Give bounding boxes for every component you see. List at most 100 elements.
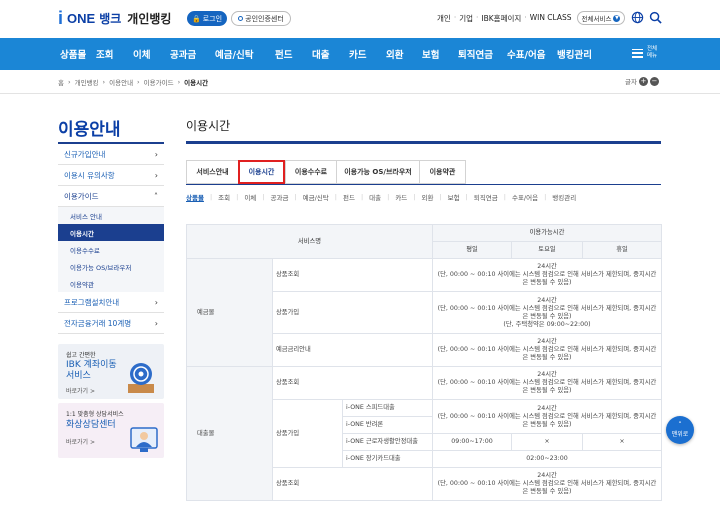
lock-icon: 🔒 (191, 14, 201, 23)
sidebar-item-signup-guide[interactable]: 신규가입안내 › (58, 144, 164, 165)
globe-illustration-icon (128, 363, 154, 393)
breadcrumb: 홈 › 개인뱅킹 › 이용안내 › 이용가이드 › 이용시간 (58, 77, 209, 87)
account-transfer-banner[interactable]: 쉽고 간편한 IBK 계좌이동 서비스 바로가기 > (58, 344, 164, 399)
sidebar-subitem-terms[interactable]: 이용약관 (58, 275, 164, 292)
subtab-item[interactable]: 대출 (369, 192, 381, 202)
subtab-item[interactable]: 조회 (218, 192, 230, 202)
time-note: (단, 00:00 ~ 00:10 사이에는 시스템 점검으로 인해 서비스가 … (437, 379, 657, 394)
scroll-top-button[interactable]: ˄ 맨위로 (666, 416, 694, 444)
sidebar-item-program-install[interactable]: 프로그램설치안내 › (58, 292, 164, 313)
time-note: (단, 00:00 ~ 00:10 사이에는 시스템 점검으로 인해 서비스가 … (437, 346, 657, 361)
subtab-item[interactable]: 카드 (395, 192, 407, 202)
breadcrumb-personal[interactable]: 개인뱅킹 (75, 77, 99, 87)
globe-icon[interactable] (631, 11, 644, 24)
sidebar-subitem-fees[interactable]: 이용수수료 (58, 241, 164, 258)
category-subtabs: 상품몰 | 조회 | 이체 | 공과금 | 예금/신탁 | 펀드 | 대출 | 카드 | 외환 | 보험 | 퇴직연금 |… (186, 192, 576, 202)
tab-service-guide[interactable]: 서비스안내 (186, 160, 238, 184)
subtab-item[interactable]: 외환 (422, 192, 434, 202)
subtab-item[interactable]: 뱅킹관리 (552, 192, 576, 202)
search-icon[interactable] (649, 11, 662, 24)
breadcrumb-guide[interactable]: 이용안내 (109, 77, 133, 87)
subtab-item[interactable]: 수표/어음 (512, 192, 538, 202)
side-nav: 신규가입안내 › 이용시 유의사항 › 이용가이드 ˄ 서비스 안내 이용시간 … (58, 144, 164, 334)
sidebar-item-usage-guide[interactable]: 이용가이드 ˄ (58, 186, 164, 207)
service-product-inquiry: 상품조회 (272, 467, 433, 501)
font-decrease-icon[interactable]: − (649, 76, 659, 86)
subtab-separator: | (209, 193, 213, 201)
gnb-item[interactable]: 보험 (422, 47, 458, 61)
gnb-item[interactable]: 수표/어음 (507, 47, 557, 61)
top-link-win-class[interactable]: WIN CLASS (530, 13, 572, 24)
header-available-time: 이용가능시간 (432, 224, 662, 242)
consultant-illustration-icon (130, 427, 158, 452)
login-button[interactable]: 🔒 로그인 (187, 11, 227, 26)
video-consult-banner[interactable]: 1:1 맞춤형 상담서비스 화상상담센터 바로가기 > (58, 403, 164, 458)
gnb-item[interactable]: 이체 (133, 47, 170, 61)
gnb-item[interactable]: 조회 (96, 47, 133, 61)
subtab-item[interactable]: 예금/신탁 (303, 192, 329, 202)
gnb-item[interactable]: 펀드 (275, 47, 312, 61)
sidebar-item-cautions[interactable]: 이용시 유의사항 › (58, 165, 164, 186)
sidebar-item-label: 신규가입안내 (64, 149, 106, 159)
service-product-join: 상품가입 (272, 399, 343, 468)
sidebar-subitem-hours[interactable]: 이용시간 (58, 224, 164, 241)
global-nav: 상품몰 조회 이체 공과금 예금/신탁 펀드 대출 카드 외환 보험 퇴직연금 수표/어음 뱅킹관리 전… (0, 38, 720, 70)
tab-terms[interactable]: 이용약관 (419, 160, 466, 184)
time-cell: 24시간 (단, 00:00 ~ 00:10 사이에는 시스템 점검으로 인해 서… (432, 258, 662, 292)
time-24h: 24시간 (537, 263, 557, 270)
all-menu-label: 전체메뉴 (647, 46, 658, 59)
top-link-ibk-home[interactable]: IBK홈페이지 (481, 13, 521, 24)
breadcrumb-bar: 홈 › 개인뱅킹 › 이용안내 › 이용가이드 › 이용시간 글자 + − (0, 70, 720, 94)
subtab-separator: | (294, 193, 297, 201)
time-24h: 24시간 (537, 404, 557, 412)
tab-os-browser[interactable]: 이용가능 OS/브라우저 (336, 160, 419, 184)
banner-title-line2: 서비스 (66, 371, 91, 381)
font-increase-icon[interactable]: + (638, 76, 648, 86)
subtab-item[interactable]: 보험 (448, 192, 460, 202)
chevron-down-icon: ▼ (613, 14, 621, 22)
subtab-item[interactable]: 이체 (244, 192, 256, 202)
top-link-corporate[interactable]: 기업 (459, 13, 473, 24)
hamburger-icon (632, 48, 643, 58)
tab-hours[interactable]: 이용시간 (238, 160, 285, 184)
subtab-item[interactable]: 상품몰 (186, 192, 204, 202)
tab-fees[interactable]: 이용수수료 (285, 160, 336, 184)
sidebar-item-ten-rules[interactable]: 전자금융거래 10계명 › (58, 313, 164, 334)
gnb-item[interactable]: 공과금 (170, 47, 215, 61)
sidebar-subitem-service-guide[interactable]: 서비스 안내 (58, 207, 164, 224)
sidebar-item-label: 이용시 유의사항 (64, 170, 115, 180)
all-services-dropdown[interactable]: 전체서비스 ▼ (577, 11, 625, 25)
gnb-item[interactable]: 예금/신탁 (215, 47, 275, 61)
gnb-item[interactable]: 뱅킹관리 (557, 47, 607, 61)
loan-card: i-ONE 장기카드대출 (342, 450, 433, 468)
gnb-item[interactable]: 퇴직연금 (458, 47, 507, 61)
sidebar-subitem-os-browser[interactable]: 이용가능 OS/브라우저 (58, 258, 164, 275)
login-label: 로그인 (202, 14, 223, 23)
subtab-item[interactable]: 퇴직연금 (474, 192, 498, 202)
arrow-up-icon: ˄ (678, 421, 682, 429)
logo-personal-banking: 개인뱅킹 (127, 11, 172, 26)
gnb-item[interactable]: 외환 (386, 47, 422, 61)
worker-holiday-time: × (582, 433, 662, 451)
breadcrumb-usage-guide[interactable]: 이용가이드 (144, 77, 174, 87)
time-cell: 24시간 (단, 00:00 ~ 00:10 사이에는 시스템 점검으로 인해 서… (432, 467, 662, 501)
loan-worker: i-ONE 근로자생활안정대출 (342, 433, 433, 451)
table-row: 예금몰 상품조회 24시간 (단, 00:00 ~ 00:10 사이에는 시스템 … (186, 258, 662, 367)
gnb-item[interactable]: 상품몰 (60, 47, 96, 61)
cert-center-button[interactable]: 공인인증센터 (231, 11, 291, 26)
gnb-item[interactable]: 카드 (349, 47, 386, 61)
chevron-up-icon: ˄ (154, 191, 158, 201)
logo-bank: 뱅크 (99, 11, 122, 26)
banner-title-line1: IBK 계좌이동 (66, 360, 117, 370)
subtab-item[interactable]: 펀드 (343, 192, 355, 202)
subtab-separator: | (544, 193, 547, 201)
time-24h: 24시간 (537, 472, 557, 479)
ione-bank-logo[interactable]: i ONE 뱅크 개인뱅킹 (58, 9, 171, 27)
top-link-personal[interactable]: 개인 (437, 13, 451, 24)
service-product-inquiry: 상품조회 (272, 366, 433, 400)
breadcrumb-home[interactable]: 홈 (58, 77, 64, 87)
all-menu-button[interactable]: 전체메뉴 (632, 46, 661, 60)
gnb-item[interactable]: 대출 (312, 47, 349, 61)
subtab-item[interactable]: 공과금 (271, 192, 289, 202)
top-links: 개인 · 기업 · IBK홈페이지 · WIN CLASS (437, 13, 572, 24)
